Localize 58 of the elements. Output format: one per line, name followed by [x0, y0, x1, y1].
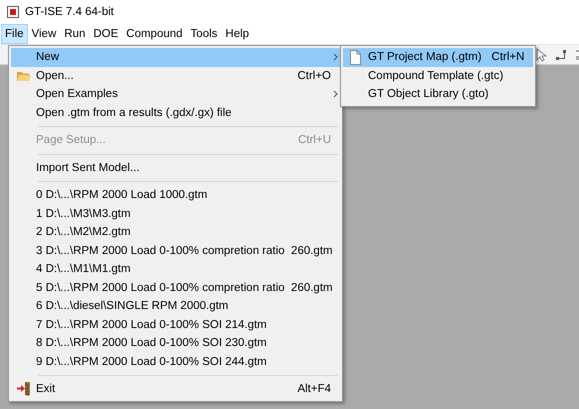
- menu-item[interactable]: Import Sent Model...: [11, 158, 340, 177]
- menu-item[interactable]: 6 D:\...\diesel\SINGLE RPM 2000.gtm: [11, 297, 340, 316]
- menu-item[interactable]: New: [11, 48, 340, 66]
- menu-item[interactable]: Open .gtm from a results (.gdx/.gx) file: [11, 104, 340, 122]
- menu-item-label: Open...: [36, 70, 75, 82]
- chevron-right-icon: [333, 90, 338, 98]
- menu-item-label: 9 D:\...\RPM 2000 Load 0-100% SOI 244.gtm: [36, 356, 268, 368]
- menu-item-label: Import Sent Model...: [36, 162, 141, 174]
- menu-item[interactable]: 4 D:\...\M1\M1.gtm: [11, 260, 340, 278]
- document-icon: [349, 50, 362, 65]
- menu-item[interactable]: 8 D:\...\RPM 2000 Load 0-100% SOI 230.gtm: [11, 334, 340, 352]
- exit-icon: [16, 381, 32, 398]
- menu-item[interactable]: Exit Alt+F4: [11, 380, 340, 398]
- menu-item[interactable]: Run: [60, 24, 90, 44]
- menu-item[interactable]: GT Project Map (.gtm) Ctrl+N: [343, 48, 533, 66]
- menu-item-label: Compound Template (.gtc): [368, 70, 504, 82]
- menu-item[interactable]: Open... Ctrl+O: [11, 66, 340, 85]
- menu-item[interactable]: View: [28, 24, 60, 44]
- menu-item[interactable]: 0 D:\...\RPM 2000 Load 1000.gtm: [11, 186, 340, 204]
- connector-icon[interactable]: [555, 48, 567, 60]
- app-icon: [7, 6, 19, 18]
- menu-item-label: 3 D:\...\RPM 2000 Load 0-100% compretion ratio 260.gtm: [36, 244, 334, 257]
- chevron-right-icon: [333, 53, 338, 62]
- menu-item[interactable]: 3 D:\...\RPM 2000 Load 0-100% compretion ratio 260.gtm: [11, 242, 340, 260]
- pointer-icon[interactable]: [535, 48, 547, 62]
- menu-item-label: 7 D:\...\RPM 2000 Load 0-100% SOI 214.gtm: [36, 318, 268, 331]
- menu-item[interactable]: Tools: [186, 24, 222, 44]
- menu-item[interactable]: Open Examples: [11, 85, 340, 104]
- menu-item-label: New: [36, 51, 60, 64]
- shortcut-label: Ctrl+O: [297, 70, 332, 82]
- menu-item[interactable]: Compound: [122, 24, 187, 44]
- menu-item-label: 8 D:\...\RPM 2000 Load 0-100% SOI 230.gtm: [36, 337, 268, 350]
- menu-item[interactable]: 1 D:\...\M3\M3.gtm: [11, 204, 340, 223]
- menu-item-label: 4 D:\...\M1\M1.gtm: [36, 263, 132, 276]
- menu-item-label: 5 D:\...\RPM 2000 Load 0-100% compretion ratio 260.gtm: [36, 282, 334, 294]
- menu-item[interactable]: GT Object Library (.gto): [343, 85, 533, 104]
- window-title: GT-ISE 7.4 64-bit: [25, 6, 114, 18]
- menu-item-label: Page Setup...: [36, 134, 107, 146]
- shortcut-label: Alt+F4: [297, 383, 332, 396]
- shortcut-label: Ctrl+N: [492, 51, 526, 64]
- shortcut-label: Ctrl+U: [298, 134, 332, 146]
- menu-item-label: 1 D:\...\M3\M3.gtm: [36, 208, 132, 220]
- menu-item-label: 2 D:\...\M2\M2.gtm: [36, 226, 132, 238]
- menu-item[interactable]: 9 D:\...\RPM 2000 Load 0-100% SOI 244.gtm: [11, 352, 340, 371]
- menu-item-label: GT Object Library (.gto): [368, 88, 490, 100]
- menu-item[interactable]: 7 D:\...\RPM 2000 Load 0-100% SOI 214.gtm: [11, 316, 340, 334]
- menu-item[interactable]: File: [1, 24, 28, 44]
- menu-item-label: 6 D:\...\diesel\SINGLE RPM 2000.gtm: [36, 300, 230, 312]
- menu-item-label: Open .gtm from a results (.gdx/.gx) file: [36, 106, 233, 119]
- menu-item[interactable]: DOE: [89, 24, 122, 44]
- menu-item-label: 0 D:\...\RPM 2000 Load 1000.gtm: [36, 189, 208, 202]
- menu-item[interactable]: Help: [221, 24, 254, 44]
- menu-item-label: GT Project Map (.gtm): [368, 51, 483, 64]
- menu-item[interactable]: Compound Template (.gtc): [343, 66, 533, 85]
- menu-item-label: Exit: [36, 383, 56, 396]
- menu-item-label: Open Examples: [36, 88, 119, 100]
- menu-item[interactable]: 5 D:\...\RPM 2000 Load 0-100% compretion ratio 260.gtm: [11, 278, 340, 297]
- menu-item[interactable]: 2 D:\...\M2\M2.gtm: [11, 223, 340, 242]
